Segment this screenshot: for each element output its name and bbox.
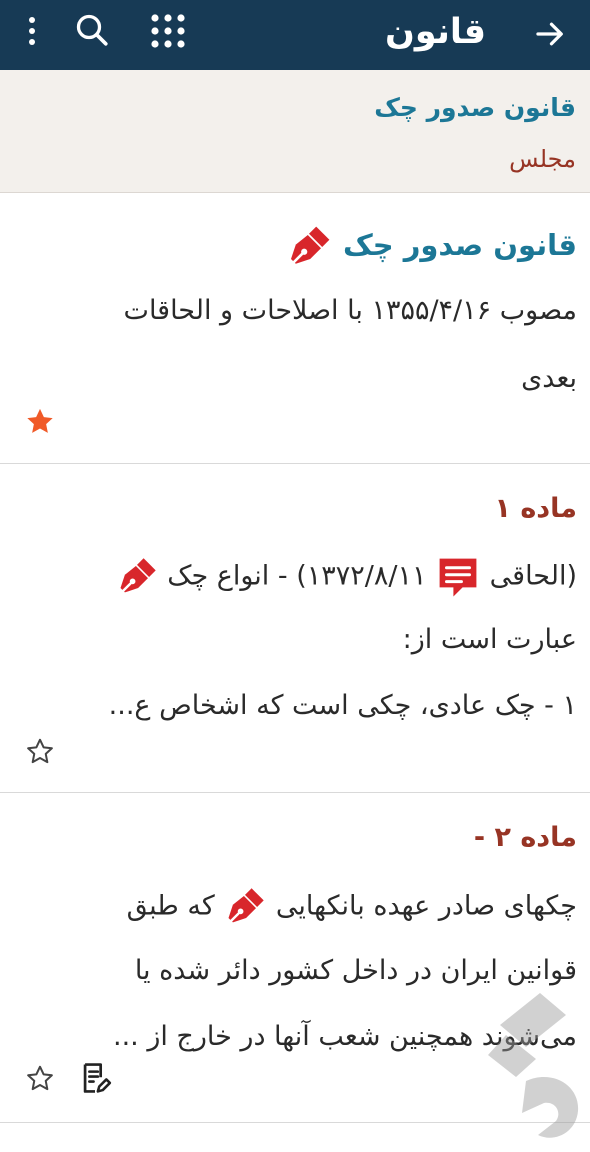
- law-header-card[interactable]: قانون صدور چک مصوب ۱۳۵۵/۴/۱۶ با اصلاحات …: [0, 193, 590, 464]
- article-text-line: ۱ - چک عادی، چکی است که اشخاص ع...: [108, 690, 577, 721]
- article-title: ماده ۱: [494, 493, 577, 524]
- law-title: قانون صدور چک: [343, 228, 577, 262]
- law-description-line: بعدی: [521, 363, 577, 394]
- page-title: قانون: [384, 12, 486, 52]
- pen-icon[interactable]: [285, 223, 333, 271]
- article-title: ماده ۲ -: [473, 822, 577, 853]
- apps-grid-icon[interactable]: [148, 11, 188, 51]
- pen-icon[interactable]: [223, 885, 267, 929]
- star-outline-icon[interactable]: [24, 736, 56, 768]
- star-outline-icon[interactable]: [24, 1063, 56, 1095]
- more-vertical-icon[interactable]: [20, 14, 44, 50]
- arrow-right-icon[interactable]: [532, 16, 568, 52]
- pen-icon[interactable]: [115, 555, 159, 599]
- article-text-line: (الحاقی ۱۳۷۲/۸/۱۱) - انواع چک: [115, 554, 577, 600]
- article-text-part: ۱۳۷۲/۸/۱۱) - انواع چک: [167, 560, 427, 592]
- law-description-line: مصوب ۱۳۵۵/۴/۱۶ با اصلاحات و الحاقات: [123, 295, 577, 326]
- star-filled-icon[interactable]: [24, 406, 56, 438]
- subheader-source: مجلس: [509, 145, 576, 173]
- article-text-part: چکهای صادر عهده بانکهایی: [275, 890, 577, 922]
- article-text-part: که طبق: [126, 890, 215, 922]
- article-text-line: چکهای صادر عهده بانکهایی که طبق: [127, 885, 577, 929]
- article-text-line: عبارت است از:: [402, 624, 577, 655]
- law-subheader: قانون صدور چک مجلس: [0, 70, 590, 193]
- app-bar: قانون: [0, 0, 590, 70]
- comment-icon[interactable]: [435, 554, 481, 600]
- note-edit-icon[interactable]: [78, 1061, 112, 1095]
- subheader-title: قانون صدور چک: [374, 93, 576, 122]
- article-card[interactable]: ماده ۱ (الحاقی ۱۳۷۲/۸/۱۱) - انواع چک عبا…: [0, 464, 590, 793]
- store-watermark-icon: [488, 993, 579, 1138]
- search-icon[interactable]: [74, 12, 110, 48]
- law-title-row: قانون صدور چک: [285, 223, 577, 271]
- article-text-part: (الحاقی: [489, 560, 577, 592]
